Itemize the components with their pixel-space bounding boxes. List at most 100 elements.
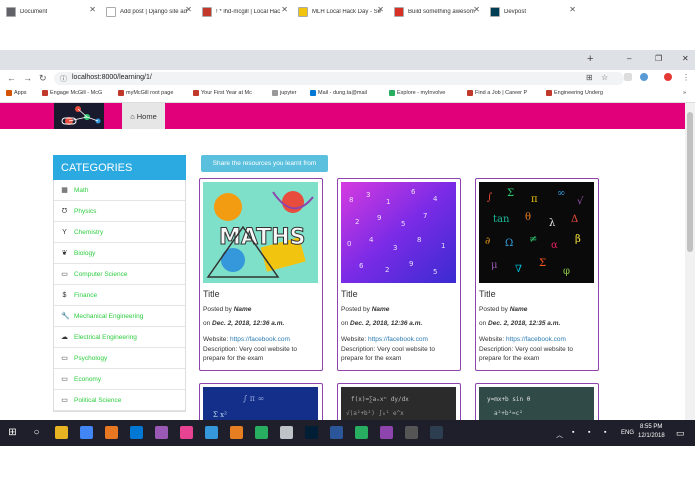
start-icon[interactable]: ⊞ <box>6 426 19 439</box>
bookmark-item[interactable]: Engineering Underg <box>546 90 603 96</box>
nav-home-button[interactable]: ⌂ Home <box>122 103 165 129</box>
app-icon[interactable] <box>180 426 193 439</box>
post-date: on Dec. 2, 2018, 12:36 a.m. <box>203 320 285 327</box>
browser-tab[interactable]: MLH Local Hack Day - Se ✕ <box>292 3 388 20</box>
app-icon[interactable] <box>355 426 368 439</box>
category-item[interactable]: $ Finance <box>54 285 185 306</box>
bookmark-star-icon[interactable]: ☆ <box>601 73 608 82</box>
notifications-icon[interactable]: ▭ <box>676 428 685 439</box>
bookmark-item[interactable]: Mail - dung.ta@mail <box>310 90 367 96</box>
profile-icon[interactable] <box>664 73 672 81</box>
clock-time[interactable]: 8:55 PM <box>640 424 662 430</box>
maximize-button[interactable]: ❐ <box>655 54 662 63</box>
category-item[interactable]: ▭ Economy <box>54 369 185 390</box>
close-tab-icon[interactable]: ✕ <box>281 5 288 14</box>
search-icon[interactable]: ○ <box>30 426 43 439</box>
vscode-icon[interactable] <box>130 426 143 439</box>
close-tab-icon[interactable]: ✕ <box>569 5 576 14</box>
tab-favicon-icon <box>298 7 308 17</box>
category-item[interactable]: 🔧 Mechanical Engineering <box>54 306 185 327</box>
close-tab-icon[interactable]: ✕ <box>89 5 96 14</box>
bookmark-item[interactable]: Apps <box>6 90 27 96</box>
app-icon[interactable] <box>280 426 293 439</box>
xampp-icon[interactable] <box>230 426 243 439</box>
post-title[interactable]: Title <box>341 289 358 299</box>
minimize-button[interactable]: – <box>627 54 631 63</box>
post-card[interactable]: ∫ Σπ ∞ √ tan θ λ Δ ∂ Ω ≠ α β μ ∇ Σφ Title Posted by … <box>475 178 599 371</box>
svg-text:7: 7 <box>423 212 427 220</box>
post-website-link[interactable]: https://facebook.com <box>230 336 290 343</box>
word-icon[interactable] <box>330 426 343 439</box>
tray-volume-icon[interactable]: ▪ <box>604 429 606 436</box>
post-card[interactable]: ∫ π ∞ Σ x² <box>199 383 323 423</box>
info-icon[interactable]: ⓘ <box>60 74 67 84</box>
share-resources-button[interactable]: Share the resources you learnt from <box>201 155 328 172</box>
translate-icon[interactable]: ⊞ <box>586 73 593 82</box>
language-indicator[interactable]: ENG <box>621 430 634 436</box>
new-tab-button[interactable]: + <box>587 53 593 65</box>
close-tab-icon[interactable]: ✕ <box>377 5 384 14</box>
site-logo[interactable] <box>54 103 104 129</box>
bookmark-item[interactable]: Engage McGill - McG <box>42 90 102 96</box>
extension-icon[interactable] <box>640 73 648 81</box>
category-item[interactable]: ❦ Biology <box>54 243 185 264</box>
forward-icon[interactable]: → <box>23 73 32 83</box>
browser-tab[interactable]: Devpost ✕ <box>484 3 580 20</box>
app-icon[interactable] <box>380 426 393 439</box>
post-card[interactable]: y=mx+b sin θ a²+b²=c² <box>475 383 599 423</box>
svg-text:6: 6 <box>411 188 416 196</box>
bookmark-item[interactable]: Explore - myInvolve <box>389 90 445 96</box>
svg-text:∫ π ∞: ∫ π ∞ <box>243 394 264 403</box>
address-bar[interactable]: ⓘ localhost:8000/learning/1/ <box>54 72 624 85</box>
tab-favicon-icon <box>394 7 404 17</box>
bookmark-favicon-icon <box>272 90 278 96</box>
category-item[interactable]: ☁ Electrical Engineering <box>54 327 185 348</box>
bookmark-item[interactable]: jupyter <box>272 90 297 96</box>
app-icon[interactable] <box>205 426 218 439</box>
bookmark-item[interactable]: myMcGill root page <box>118 90 173 96</box>
tray-battery-icon[interactable]: ▪ <box>588 429 590 436</box>
visual-studio-icon[interactable] <box>155 426 168 439</box>
browser-tab[interactable]: ! * lhd-mcgill | Local Hac ✕ <box>196 3 292 20</box>
bookmark-item[interactable]: Find a Job | Career P <box>467 90 527 96</box>
close-window-button[interactable]: ✕ <box>682 54 689 63</box>
category-label: Biology <box>74 249 96 257</box>
terminal-icon[interactable] <box>430 426 443 439</box>
browser-tab[interactable]: Build something awesom ✕ <box>388 3 484 20</box>
category-icon: Y <box>62 228 67 236</box>
category-item[interactable]: Ʊ Physics <box>54 201 185 222</box>
browser-tab[interactable]: Add post | Django site ad ✕ <box>100 3 196 20</box>
app-icon[interactable] <box>255 426 268 439</box>
category-item[interactable]: ▭ Political Science <box>54 390 185 411</box>
tray-up-icon[interactable]: ︿ <box>556 430 563 440</box>
scrollbar-thumb[interactable] <box>687 112 693 252</box>
category-item[interactable]: ▭ Computer Science <box>54 264 185 285</box>
back-icon[interactable]: ← <box>7 73 16 83</box>
menu-icon[interactable]: ⋮ <box>682 73 690 82</box>
post-title[interactable]: Title <box>203 289 220 299</box>
post-card[interactable]: MATHS Title Posted by Name on Dec. 2, 20… <box>199 178 323 371</box>
post-card[interactable]: 8 3 1 6 4 2 9 5 7 0 4 3 8 1 6 2 9 5 Title Posted by Na… <box>337 178 461 371</box>
post-card[interactable]: f(x)=∑aₙxⁿ dy/dx √(a²+b²) ∫₀¹ e^x <box>337 383 461 423</box>
file-explorer-icon[interactable] <box>55 426 68 439</box>
close-tab-icon[interactable]: ✕ <box>185 5 192 14</box>
post-website-link[interactable]: https://facebook.com <box>506 336 566 343</box>
category-item[interactable]: ▦ Math <box>54 180 185 201</box>
browser-tab[interactable]: Document ✕ <box>0 3 100 20</box>
sublime-icon[interactable] <box>105 426 118 439</box>
photoshop-icon[interactable] <box>305 426 318 439</box>
post-website-link[interactable]: https://facebook.com <box>368 336 428 343</box>
close-tab-icon[interactable]: ✕ <box>473 5 480 14</box>
url-text: localhost:8000/learning/1/ <box>72 74 152 81</box>
category-item[interactable]: Y Chemistry <box>54 222 185 243</box>
bookmarks-more[interactable]: » <box>683 90 686 96</box>
category-item[interactable]: ▭ Psychology <box>54 348 185 369</box>
app-icon[interactable] <box>405 426 418 439</box>
tray-network-icon[interactable]: ▪ <box>572 429 574 436</box>
extension-icon[interactable] <box>624 73 632 81</box>
reload-icon[interactable]: ↻ <box>39 73 47 84</box>
post-title[interactable]: Title <box>479 289 496 299</box>
clock-date[interactable]: 12/1/2018 <box>638 433 665 439</box>
bookmark-item[interactable]: Your First Year at Mc <box>193 90 252 96</box>
chrome-icon[interactable] <box>80 426 93 439</box>
